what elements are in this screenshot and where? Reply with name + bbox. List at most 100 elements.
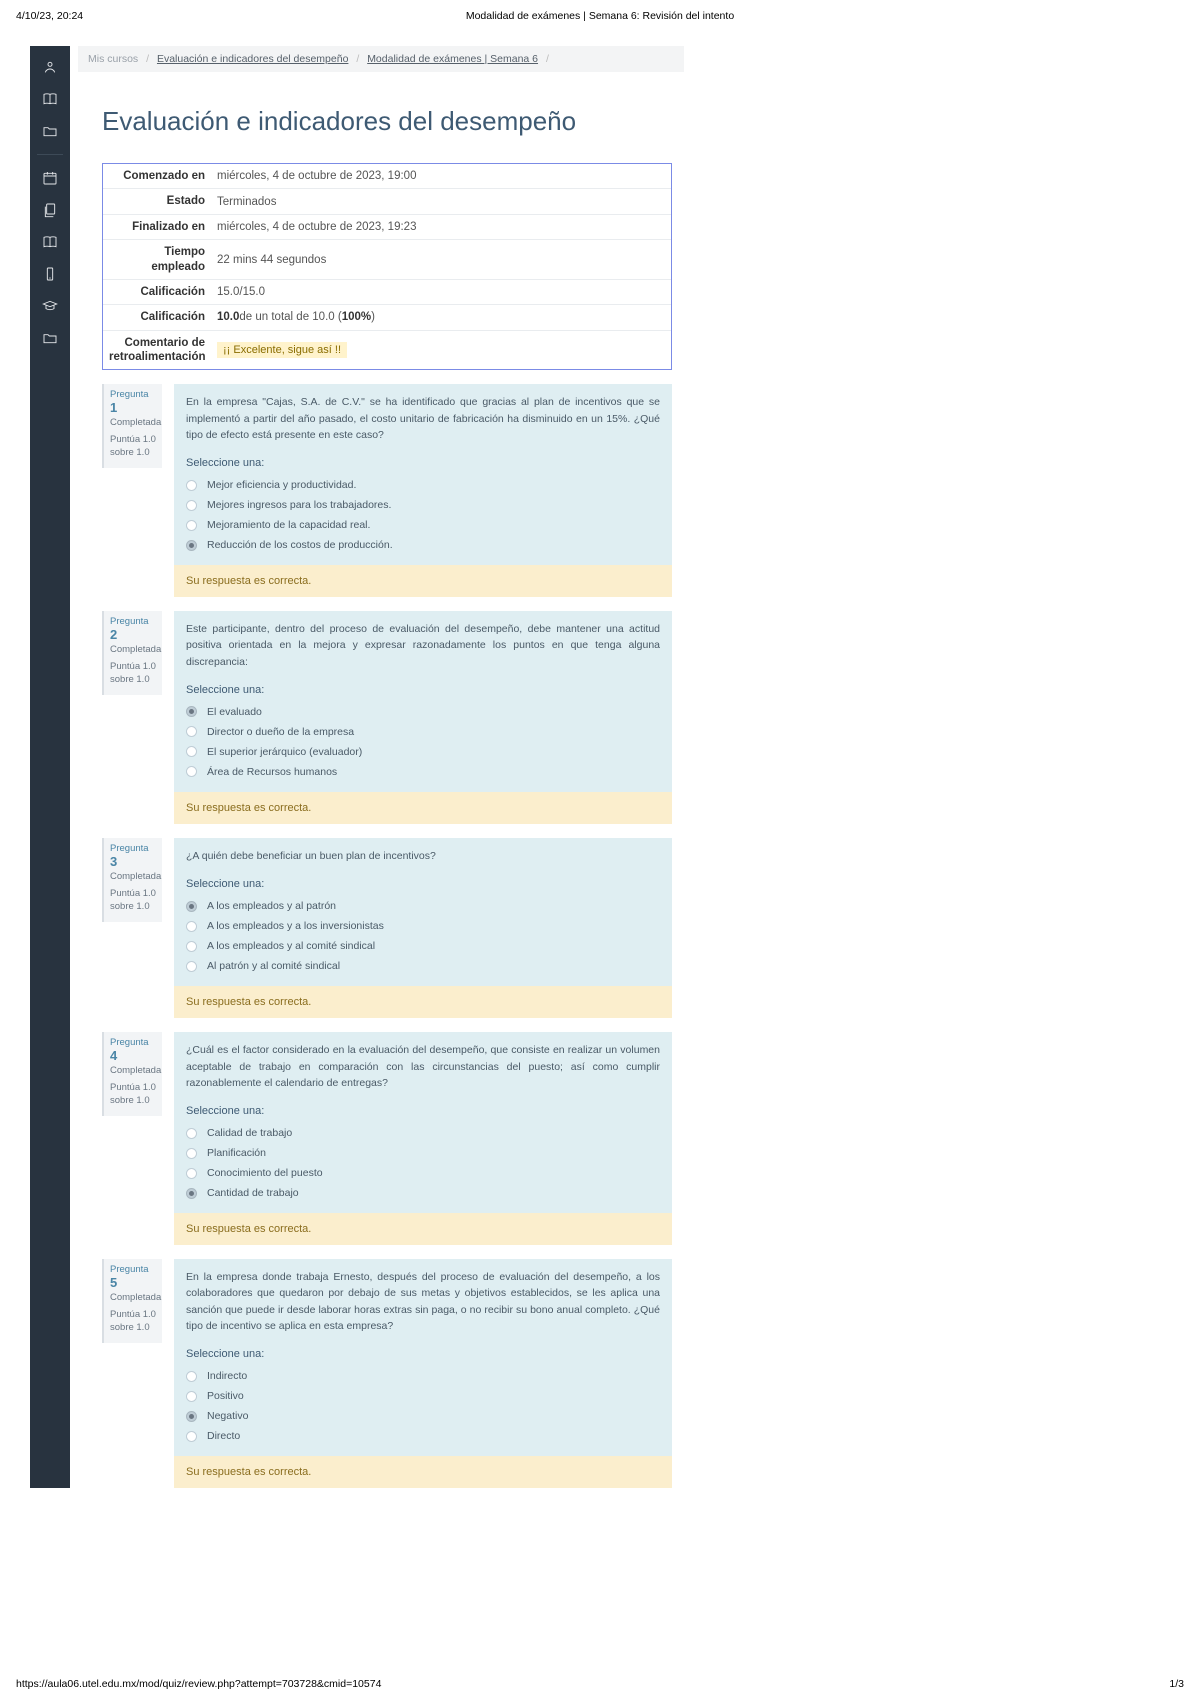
summary-value: ¡¡ Excelente, sigue así !! xyxy=(211,331,671,370)
phone-icon[interactable] xyxy=(41,265,59,283)
option[interactable]: Positivo xyxy=(186,1386,660,1406)
option[interactable]: Planificación xyxy=(186,1143,660,1163)
radio-icon[interactable] xyxy=(186,1128,197,1139)
option-label: El superior jerárquico (evaluador) xyxy=(207,746,362,758)
option-label: Reducción de los costos de producción. xyxy=(207,539,393,551)
option[interactable]: A los empleados y al patrón xyxy=(186,896,660,916)
summary-row: Tiempo empleado22 mins 44 segundos xyxy=(103,240,671,280)
summary-value: 10.0 de un total de 10.0 (100%) xyxy=(211,305,671,329)
main: Mis cursos / Evaluación e indicadores de… xyxy=(70,46,1200,1488)
question-status: Completada xyxy=(110,644,156,655)
options-list: IndirectoPositivoNegativoDirecto xyxy=(186,1366,660,1446)
option[interactable]: Director o dueño de la empresa xyxy=(186,722,660,742)
question-score: Puntúa 1.0 sobre 1.0 xyxy=(110,1309,156,1335)
print-header: 4/10/23, 20:24 Modalidad de exámenes | S… xyxy=(0,0,1200,26)
radio-icon[interactable] xyxy=(186,520,197,531)
options-list: El evaluadoDirector o dueño de la empres… xyxy=(186,702,660,782)
print-datetime: 4/10/23, 20:24 xyxy=(16,10,83,22)
question-text: Este participante, dentro del proceso de… xyxy=(186,621,660,670)
question-feedback: Su respuesta es correcta. xyxy=(174,1456,672,1488)
radio-icon[interactable] xyxy=(186,1411,197,1422)
question-label: Pregunta xyxy=(110,1264,149,1275)
question-block: Pregunta 4CompletadaPuntúa 1.0 sobre 1.0… xyxy=(102,1032,672,1245)
option-label: A los empleados y al comité sindical xyxy=(207,940,375,952)
radio-icon[interactable] xyxy=(186,1188,197,1199)
summary-label: Comenzado en xyxy=(103,164,211,188)
option-label: Mejoramiento de la capacidad real. xyxy=(207,519,370,531)
radio-icon[interactable] xyxy=(186,941,197,952)
option[interactable]: Reducción de los costos de producción. xyxy=(186,535,660,555)
graduation-icon[interactable] xyxy=(41,297,59,315)
question-score: Puntúa 1.0 sobre 1.0 xyxy=(110,434,156,460)
breadcrumb-page[interactable]: Modalidad de exámenes | Semana 6 xyxy=(367,53,538,65)
question-score: Puntúa 1.0 sobre 1.0 xyxy=(110,661,156,687)
question-block: Pregunta 1CompletadaPuntúa 1.0 sobre 1.0… xyxy=(102,384,672,597)
option[interactable]: Cantidad de trabajo xyxy=(186,1183,660,1203)
question-info: Pregunta 1CompletadaPuntúa 1.0 sobre 1.0 xyxy=(102,384,162,468)
radio-icon[interactable] xyxy=(186,1371,197,1382)
question-label: Pregunta xyxy=(110,1037,149,1048)
radio-icon[interactable] xyxy=(186,726,197,737)
radio-icon[interactable] xyxy=(186,901,197,912)
radio-icon[interactable] xyxy=(186,706,197,717)
folder-icon[interactable] xyxy=(41,122,59,140)
user-icon[interactable] xyxy=(41,58,59,76)
question-prompt: Seleccione una: xyxy=(186,684,660,696)
radio-icon[interactable] xyxy=(186,921,197,932)
radio-icon[interactable] xyxy=(186,961,197,972)
option[interactable]: Área de Recursos humanos xyxy=(186,762,660,782)
print-pagination: 1/3 xyxy=(1169,1678,1184,1690)
book-open-icon[interactable] xyxy=(41,233,59,251)
radio-icon[interactable] xyxy=(186,1148,197,1159)
option[interactable]: A los empleados y a los inversionistas xyxy=(186,916,660,936)
option[interactable]: Mejores ingresos para los trabajadores. xyxy=(186,495,660,515)
radio-icon[interactable] xyxy=(186,1431,197,1442)
radio-icon[interactable] xyxy=(186,766,197,777)
calendar-icon[interactable] xyxy=(41,169,59,187)
radio-icon[interactable] xyxy=(186,1168,197,1179)
question-info: Pregunta 5CompletadaPuntúa 1.0 sobre 1.0 xyxy=(102,1259,162,1343)
files-icon[interactable] xyxy=(41,201,59,219)
radio-icon[interactable] xyxy=(186,480,197,491)
option[interactable]: Conocimiento del puesto xyxy=(186,1163,660,1183)
option[interactable]: Al patrón y al comité sindical xyxy=(186,956,660,976)
option[interactable]: A los empleados y al comité sindical xyxy=(186,936,660,956)
page-title: Evaluación e indicadores del desempeño xyxy=(102,106,1190,137)
option[interactable]: El evaluado xyxy=(186,702,660,722)
summary-row: Comenzado enmiércoles, 4 de octubre de 2… xyxy=(103,164,671,189)
question-number: 2 xyxy=(110,627,117,642)
breadcrumb-course[interactable]: Evaluación e indicadores del desempeño xyxy=(157,53,348,65)
radio-icon[interactable] xyxy=(186,746,197,757)
question-text: En la empresa donde trabaja Ernesto, des… xyxy=(186,1269,660,1334)
option[interactable]: Directo xyxy=(186,1426,660,1446)
option[interactable]: Mejor eficiencia y productividad. xyxy=(186,475,660,495)
summary-row: EstadoTerminados xyxy=(103,189,671,214)
folder-2-icon[interactable] xyxy=(41,329,59,347)
option[interactable]: El superior jerárquico (evaluador) xyxy=(186,742,660,762)
breadcrumb: Mis cursos / Evaluación e indicadores de… xyxy=(78,46,684,72)
feedback-badge: ¡¡ Excelente, sigue así !! xyxy=(217,342,347,358)
summary-value: 22 mins 44 segundos xyxy=(211,240,671,279)
option[interactable]: Indirecto xyxy=(186,1366,660,1386)
radio-icon[interactable] xyxy=(186,540,197,551)
options-list: Mejor eficiencia y productividad.Mejores… xyxy=(186,475,660,555)
question-prompt: Seleccione una: xyxy=(186,1348,660,1360)
question-text: En la empresa "Cajas, S.A. de C.V." se h… xyxy=(186,394,660,443)
option[interactable]: Calidad de trabajo xyxy=(186,1123,660,1143)
summary-row: Calificación15.0/15.0 xyxy=(103,280,671,305)
summary-label: Comentario de retroalimentación xyxy=(103,331,211,370)
radio-icon[interactable] xyxy=(186,500,197,511)
print-footer: https://aula06.utel.edu.mx/mod/quiz/revi… xyxy=(16,1678,1184,1690)
question-body: ¿A quién debe beneficiar un buen plan de… xyxy=(174,838,672,1018)
option[interactable]: Mejoramiento de la capacidad real. xyxy=(186,515,660,535)
book-icon[interactable] xyxy=(41,90,59,108)
option-label: A los empleados y al patrón xyxy=(207,900,336,912)
option[interactable]: Negativo xyxy=(186,1406,660,1426)
question-prompt: Seleccione una: xyxy=(186,1105,660,1117)
summary-label: Finalizado en xyxy=(103,215,211,239)
summary-label: Tiempo empleado xyxy=(103,240,211,279)
question-block: Pregunta 2CompletadaPuntúa 1.0 sobre 1.0… xyxy=(102,611,672,824)
question-body: ¿Cuál es el factor considerado en la eva… xyxy=(174,1032,672,1245)
radio-icon[interactable] xyxy=(186,1391,197,1402)
question-feedback: Su respuesta es correcta. xyxy=(174,986,672,1018)
